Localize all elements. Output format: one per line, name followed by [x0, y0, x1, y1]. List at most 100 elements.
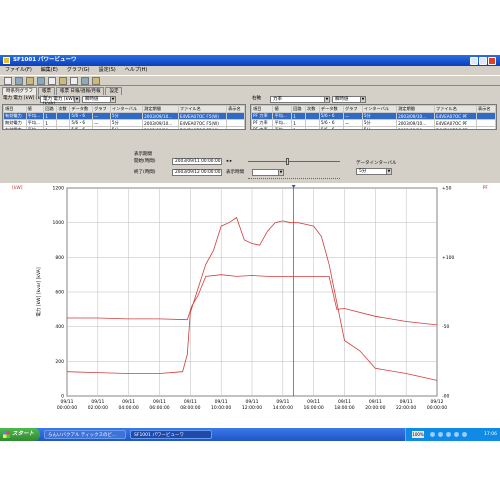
x-tick-date: 09/11 [91, 399, 104, 405]
left-table-cell: 有効電力 [3, 112, 27, 120]
menu-help[interactable]: ヘルプ(H) [125, 66, 148, 75]
right-table-row[interactable]: PF 力率 平均... 1 5/6・6—5分 2003/09/10... E4VEA07O… [251, 126, 496, 129]
tab-strip: 時系列グラフ 帳票 帳票 日報/週報/月報 設定 [2, 87, 123, 95]
maximize-button[interactable] [479, 56, 487, 65]
right-table-cell: — [342, 119, 363, 127]
taskbar-app-2[interactable]: SF1001 パワービューワ [130, 430, 212, 439]
interval-select[interactable]: 5分 ▼ [356, 168, 392, 175]
left-measure-select[interactable]: 電力 電力 [kW] [kVA]▼ [40, 96, 80, 107]
volume-icon[interactable] [438, 432, 443, 437]
save-icon[interactable] [15, 76, 23, 85]
left-table-cell: 5分 [109, 126, 144, 129]
menu-settings[interactable]: 設定(S) [99, 66, 116, 75]
network-icon[interactable] [430, 432, 435, 437]
print-icon[interactable] [26, 76, 34, 85]
left-table-cell: 1 [43, 119, 58, 127]
right-table-col-header[interactable]: 項目 [251, 105, 274, 113]
toolbar [0, 75, 500, 86]
right-table-col-header[interactable]: インターバル [361, 105, 398, 113]
help-icon[interactable] [92, 76, 100, 85]
start-slider[interactable] [248, 158, 340, 165]
right-table-row[interactable]: PF 力率 平均... 1 5/6・6—5分 2003/09/10... E4VEA07O… [251, 119, 496, 127]
tab-setup[interactable]: 設定 [105, 87, 123, 95]
start-button[interactable]: スタート [0, 428, 40, 441]
left-table-col-header[interactable]: 値 [25, 105, 45, 113]
end-time: 00:00:00 [201, 170, 221, 175]
left-table-row[interactable]: 無効電力 平均... 1 5/6・6—5分 2003/09/10... E4VEA07OC… [3, 119, 245, 127]
left-table-cell [56, 126, 71, 129]
minimize-button[interactable] [470, 56, 478, 65]
left-table-col-header[interactable]: データ数 [69, 105, 94, 113]
right-measure-select[interactable]: 力率 ▼ [270, 96, 330, 103]
x-tick-time: 00:00:00 [427, 405, 447, 411]
y-left-tick: 600 [55, 290, 64, 296]
right-table-col-header[interactable]: 値 [272, 105, 293, 113]
right-mode-select[interactable]: 瞬時値 ▼ [332, 96, 366, 103]
left-table-col-header[interactable]: 項目 [3, 105, 27, 113]
left-table-cell: 無効電力 [3, 119, 27, 127]
left-table-row[interactable]: 有効電力 平均... 1 5/6・6—5分 2003/09/10... E4VEA07OC… [3, 126, 245, 129]
tray-app-icon[interactable] [446, 432, 451, 437]
tab-time-series[interactable]: 時系列グラフ [2, 87, 37, 95]
cursor-marker-icon[interactable] [291, 185, 296, 188]
right-table-row[interactable]: PF 力率 平均... 1 5/6・6—5分 2003/09/10... E4VEA07O… [251, 112, 496, 120]
left-series-table: 項目値回路 次数 データ数 グラフ インターバル 測定期間 ファイル名 表示名 有効電力 平均..… [2, 104, 246, 130]
menu-graph[interactable]: グラフ(G) [67, 66, 90, 75]
ime-indicator[interactable]: 100% [412, 431, 424, 438]
left-table-col-header[interactable]: ファイル名 [177, 105, 228, 113]
graph-icon[interactable] [48, 76, 56, 85]
tab-report[interactable]: 帳票 [38, 87, 55, 95]
right-table-cell [305, 126, 320, 129]
right-series-table: 項目値回路 次数 データ数 グラフ インターバル 測定期間 ファイル名 表示名 PF 力率 平均.… [250, 104, 497, 130]
y-right-unit: PF [483, 185, 489, 191]
close-button[interactable] [488, 56, 496, 65]
left-table-row[interactable]: 有効電力 平均... 1 5/6・6—5分 2003/09/10... E4VEA07OC… [3, 112, 245, 120]
chevron-down-icon: ▼ [386, 169, 391, 174]
table-icon[interactable] [59, 76, 67, 85]
y-left-tick: 800 [55, 255, 64, 261]
tab-daily-report[interactable]: 帳票 日報/週報/月報 [56, 87, 105, 95]
copy-icon[interactable] [37, 76, 45, 85]
end-label: 終了(時間) [134, 170, 156, 175]
x-tick-date: 09/11 [122, 399, 135, 405]
open-file-icon[interactable] [4, 76, 12, 85]
x-tick-date: 09/12 [431, 399, 444, 405]
menu-file[interactable]: ファイル(F) [5, 66, 32, 75]
menu-edit[interactable]: 編集(E) [41, 66, 58, 75]
tray-app-icon[interactable] [462, 432, 467, 437]
start-datetime-field[interactable]: 2003/09/11 00:00:00 [172, 158, 222, 165]
left-table-col-header[interactable]: インターバル [109, 105, 144, 113]
start-slider-thumb[interactable] [286, 158, 289, 165]
left-table-cell: 平均... [25, 112, 45, 120]
left-table-col-header[interactable]: 測定期間 [142, 105, 179, 113]
zoom-icon[interactable] [70, 76, 78, 85]
right-table-col-header[interactable]: 測定期間 [396, 105, 435, 113]
right-table-cell: PF 力率 [251, 119, 274, 127]
taskbar-app-1[interactable]: らんいバクアル ティックスのビ... [44, 430, 126, 439]
left-mode-select[interactable]: 瞬時値 ▼ [82, 96, 116, 103]
tray-app-icon[interactable] [454, 432, 459, 437]
start-spin-icon[interactable]: ◂ ▸ [226, 159, 232, 165]
end-datetime-field[interactable]: 2003/09/12 00:00:00 [172, 169, 222, 176]
right-table-col-header[interactable]: 回路 [291, 105, 307, 113]
left-table-col-header[interactable]: 回路 [43, 105, 58, 113]
left-table-cell: 1 [43, 112, 58, 120]
settings-icon[interactable] [81, 76, 89, 85]
right-table-cell: 平均... [272, 126, 293, 129]
left-table-col-header[interactable]: グラフ [92, 105, 111, 113]
system-tray: 100% 17:06 [405, 428, 500, 441]
left-table-cell: 2003/09/10... [142, 112, 179, 120]
right-table-cell: 1 [291, 126, 307, 129]
right-table-col-header[interactable]: 次数 [305, 105, 320, 113]
right-table-col-header[interactable]: グラフ [342, 105, 363, 113]
right-table-col-header[interactable]: ファイル名 [433, 105, 477, 113]
x-tick-time: 04:00:00 [119, 405, 139, 411]
right-table-col-header[interactable]: データ数 [318, 105, 344, 113]
left-table-col-header[interactable]: 次数 [56, 105, 71, 113]
left-table-col-header[interactable]: 表示名 [226, 105, 245, 113]
time-series-chart[interactable]: 09/1100:00:0009/1102:00:0009/1104:00:000… [0, 183, 500, 431]
left-table-cell: — [92, 126, 111, 129]
interval-label: データインターバル [356, 161, 397, 166]
display-time-select[interactable]: ▼ [252, 169, 284, 176]
right-table-col-header[interactable]: 表示名 [475, 105, 496, 113]
